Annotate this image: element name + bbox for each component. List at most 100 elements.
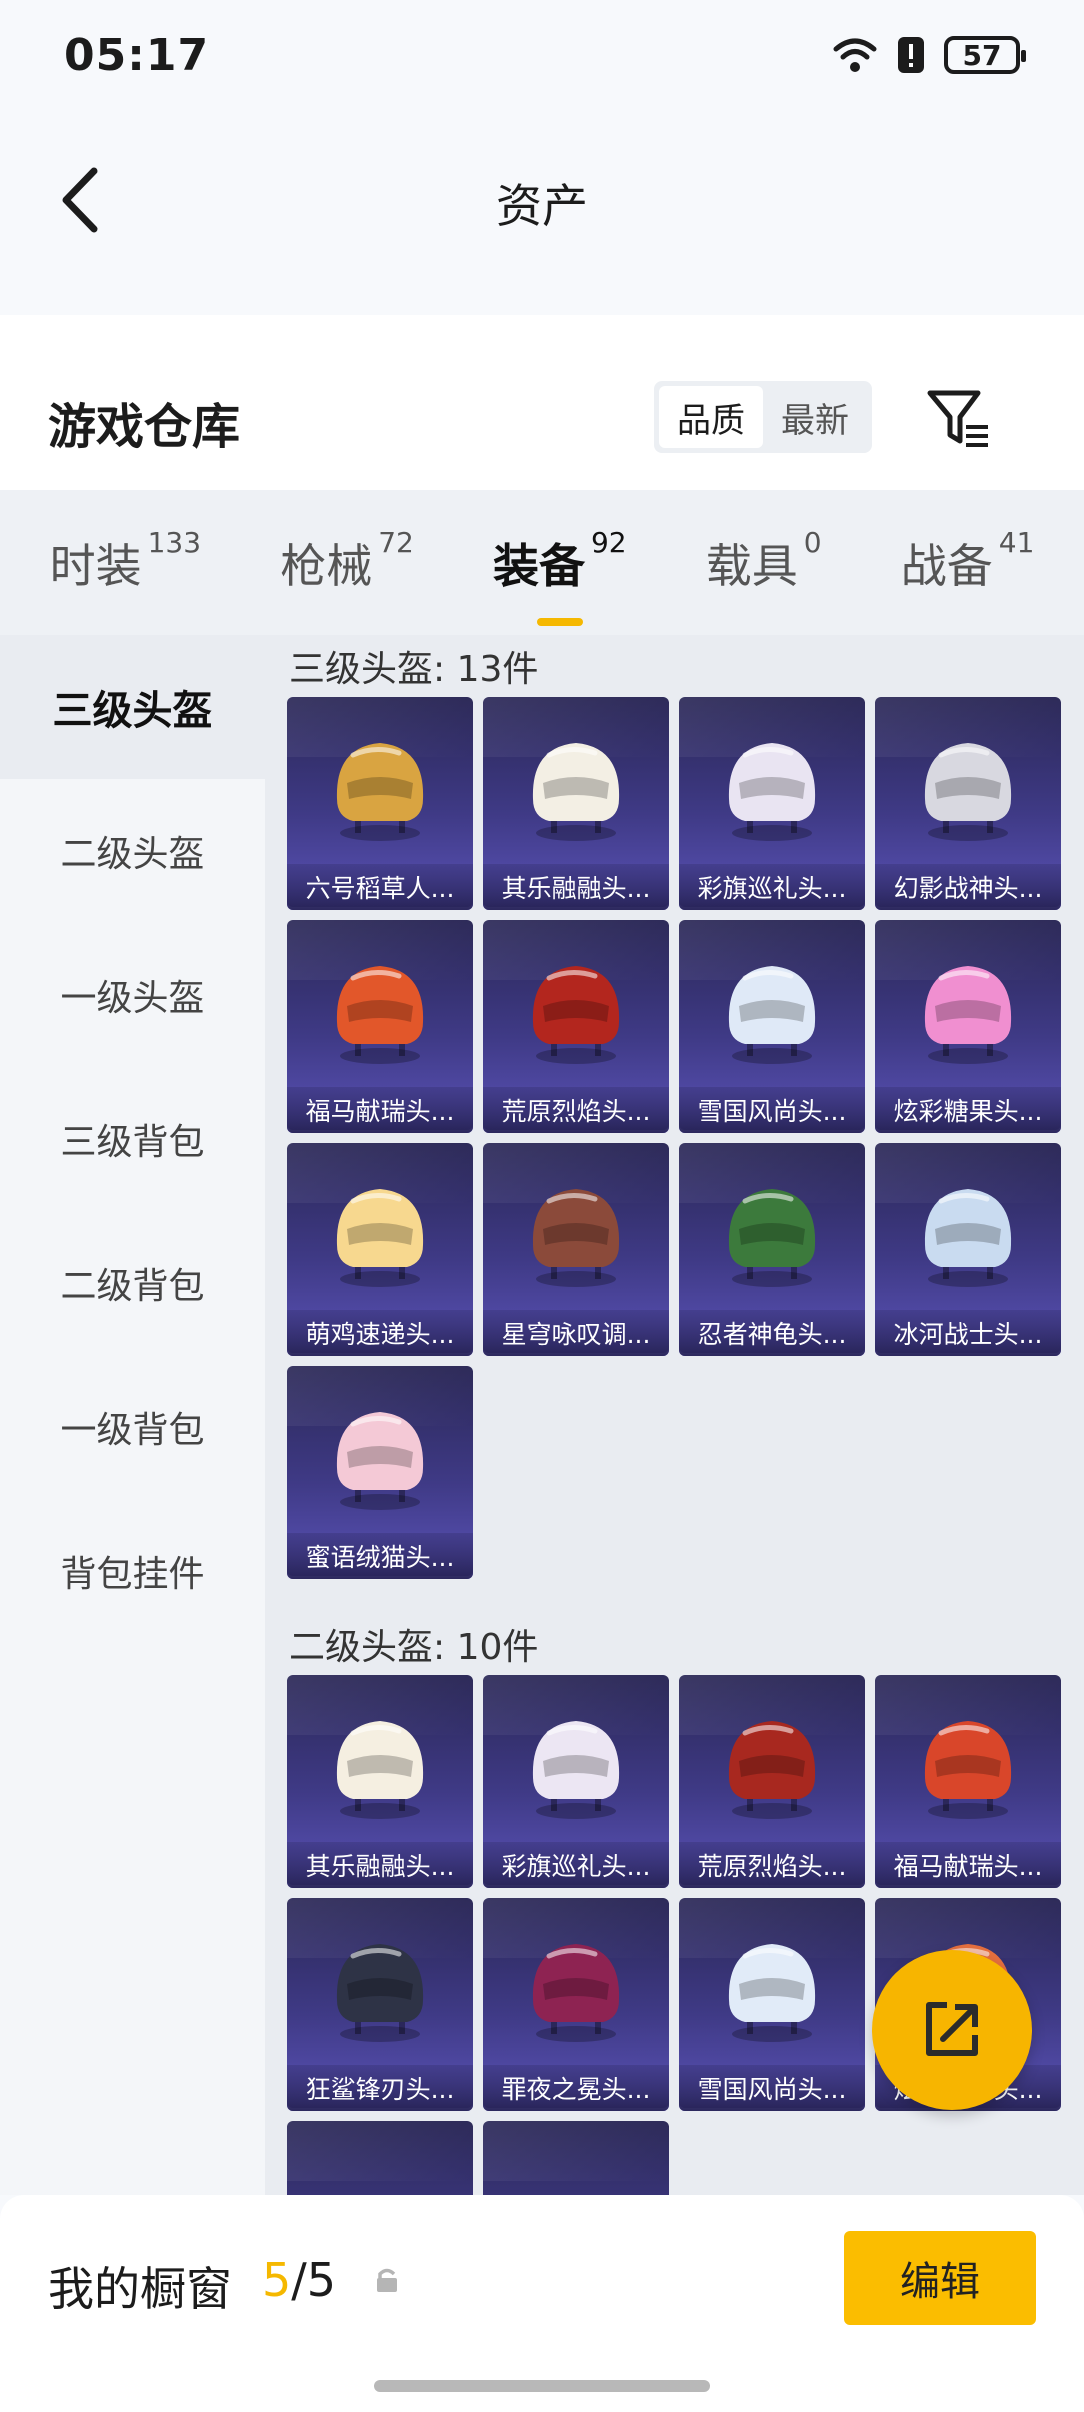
item-card[interactable]: 六号稻草人... xyxy=(287,697,473,910)
share-icon xyxy=(926,2002,978,2056)
item-card[interactable] xyxy=(287,2121,473,2195)
tab-fashion[interactable]: 时装 133 xyxy=(50,526,201,596)
item-name: 忍者神龟头... xyxy=(679,1310,865,1356)
item-card[interactable] xyxy=(483,2121,669,2195)
helmet-icon xyxy=(336,1944,424,2042)
item-card[interactable]: 其乐融融头... xyxy=(287,1675,473,1888)
item-name: 萌鸡速递头... xyxy=(287,1310,473,1356)
item-card[interactable]: 冰河战士头... xyxy=(875,1143,1061,1356)
status-bar: 05:17 57 xyxy=(0,0,1084,110)
tab-count: 41 xyxy=(998,525,1035,559)
item-card[interactable]: 狂鲨锋刃头... xyxy=(287,1898,473,2111)
sidebar-item-level2-backpack[interactable]: 二级背包 xyxy=(0,1211,265,1355)
item-card[interactable]: 忍者神龟头... xyxy=(679,1143,865,1356)
tab-label: 战备 xyxy=(900,538,993,593)
helmet-icon xyxy=(336,1189,424,1287)
showcase-count-current: 5 xyxy=(262,2253,292,2307)
helmet-icon xyxy=(924,966,1012,1064)
showcase-label: 我的橱窗 xyxy=(48,2262,232,2316)
item-art xyxy=(315,1699,445,1829)
tab-vehicles[interactable]: 载具 0 xyxy=(705,526,822,596)
item-art xyxy=(315,1167,445,1297)
helmet-icon xyxy=(532,743,620,841)
sidebar-item-level3-backpack[interactable]: 三级背包 xyxy=(0,1067,265,1211)
page-title: 资产 xyxy=(496,179,588,233)
item-art xyxy=(707,721,837,851)
item-name: 雪国风尚头... xyxy=(679,2065,865,2111)
item-name: 蜜语绒猫头... xyxy=(287,1533,473,1579)
item-card[interactable]: 蜜语绒猫头... xyxy=(287,1366,473,1579)
showcase-count: 5/5 xyxy=(262,2253,336,2307)
item-card[interactable]: 福马献瑞头... xyxy=(287,920,473,1133)
sidebar-item-level1-backpack[interactable]: 一级背包 xyxy=(0,1355,265,1499)
sidebar-item-level2-helmet[interactable]: 二级头盔 xyxy=(0,779,265,923)
sort-latest[interactable]: 最新 xyxy=(763,386,867,448)
item-name: 荒原烈焰头... xyxy=(483,1087,669,1133)
item-card[interactable]: 雪国风尚头... xyxy=(679,1898,865,2111)
sort-toggle: 品质 最新 xyxy=(654,381,872,453)
wifi-icon xyxy=(832,35,878,75)
filter-button[interactable] xyxy=(924,385,994,455)
sort-quality[interactable]: 品质 xyxy=(659,386,763,448)
tab-firearms[interactable]: 枪械 72 xyxy=(280,526,414,596)
helmet-icon xyxy=(728,966,816,1064)
home-indicator xyxy=(374,2380,710,2392)
item-art xyxy=(903,1699,1033,1829)
helmet-icon xyxy=(336,966,424,1064)
tab-count: 92 xyxy=(590,525,627,559)
helmet-icon xyxy=(336,1412,424,1510)
item-card[interactable]: 彩旗巡礼头... xyxy=(483,1675,669,1888)
item-name: 其乐融融头... xyxy=(287,1842,473,1888)
item-card[interactable]: 其乐融融头... xyxy=(483,697,669,910)
item-art xyxy=(707,1167,837,1297)
item-art xyxy=(903,944,1033,1074)
item-card[interactable]: 彩旗巡礼头... xyxy=(679,697,865,910)
tab-count: 133 xyxy=(147,525,202,559)
share-button[interactable] xyxy=(872,1950,1032,2110)
item-name: 福马献瑞头... xyxy=(287,1087,473,1133)
group-title-level2: 二级头盔: 10件 xyxy=(289,1627,539,1668)
helmet-icon xyxy=(728,1944,816,2042)
item-name: 彩旗巡礼头... xyxy=(679,864,865,910)
item-name: 其乐融融头... xyxy=(483,864,669,910)
tab-count: 72 xyxy=(378,525,414,559)
item-art xyxy=(903,721,1033,851)
item-name: 狂鲨锋刃头... xyxy=(287,2065,473,2111)
item-name: 星穹咏叹调... xyxy=(483,1310,669,1356)
item-card[interactable]: 炫彩糖果头... xyxy=(875,920,1061,1133)
item-card[interactable]: 荒原烈焰头... xyxy=(679,1675,865,1888)
tab-equipment[interactable]: 装备 92 xyxy=(493,526,627,626)
tab-label: 载具 xyxy=(705,538,798,593)
helmet-icon xyxy=(924,1189,1012,1287)
helmet-icon xyxy=(728,1721,816,1819)
item-card[interactable]: 雪国风尚头... xyxy=(679,920,865,1133)
item-card[interactable]: 星穹咏叹调... xyxy=(483,1143,669,1356)
item-card[interactable]: 幻影战神头... xyxy=(875,697,1061,910)
item-card[interactable]: 福马献瑞头... xyxy=(875,1675,1061,1888)
helmet-icon xyxy=(728,743,816,841)
lock-icon xyxy=(372,2265,402,2299)
sidebar-item-backpack-charm[interactable]: 背包挂件 xyxy=(0,1499,265,1643)
status-icons: 57 xyxy=(832,35,1026,75)
category-tabs: 时装 133 枪械 72 装备 92 载具 0 战备 41 xyxy=(0,490,1084,635)
item-art xyxy=(315,1922,445,2052)
item-art xyxy=(511,1167,641,1297)
item-name: 罪夜之冕头... xyxy=(483,2065,669,2111)
item-name: 幻影战神头... xyxy=(875,864,1061,910)
helmet-icon xyxy=(924,1721,1012,1819)
warehouse-header: 游戏仓库 品质 最新 xyxy=(0,315,1084,490)
edit-button[interactable]: 编辑 xyxy=(844,2231,1036,2325)
item-card[interactable]: 萌鸡速递头... xyxy=(287,1143,473,1356)
alert-icon xyxy=(896,35,926,75)
item-art xyxy=(511,1699,641,1829)
sidebar-item-level3-helmet[interactable]: 三级头盔 xyxy=(0,635,265,779)
item-card[interactable]: 罪夜之冕头... xyxy=(483,1898,669,2111)
helmet-icon xyxy=(532,966,620,1064)
item-art xyxy=(903,1167,1033,1297)
item-name: 冰河战士头... xyxy=(875,1310,1061,1356)
item-art xyxy=(707,944,837,1074)
item-card[interactable]: 荒原烈焰头... xyxy=(483,920,669,1133)
helmet-icon xyxy=(336,1721,424,1819)
sidebar-item-level1-helmet[interactable]: 一级头盔 xyxy=(0,923,265,1067)
tab-gear[interactable]: 战备 41 xyxy=(900,526,1035,596)
